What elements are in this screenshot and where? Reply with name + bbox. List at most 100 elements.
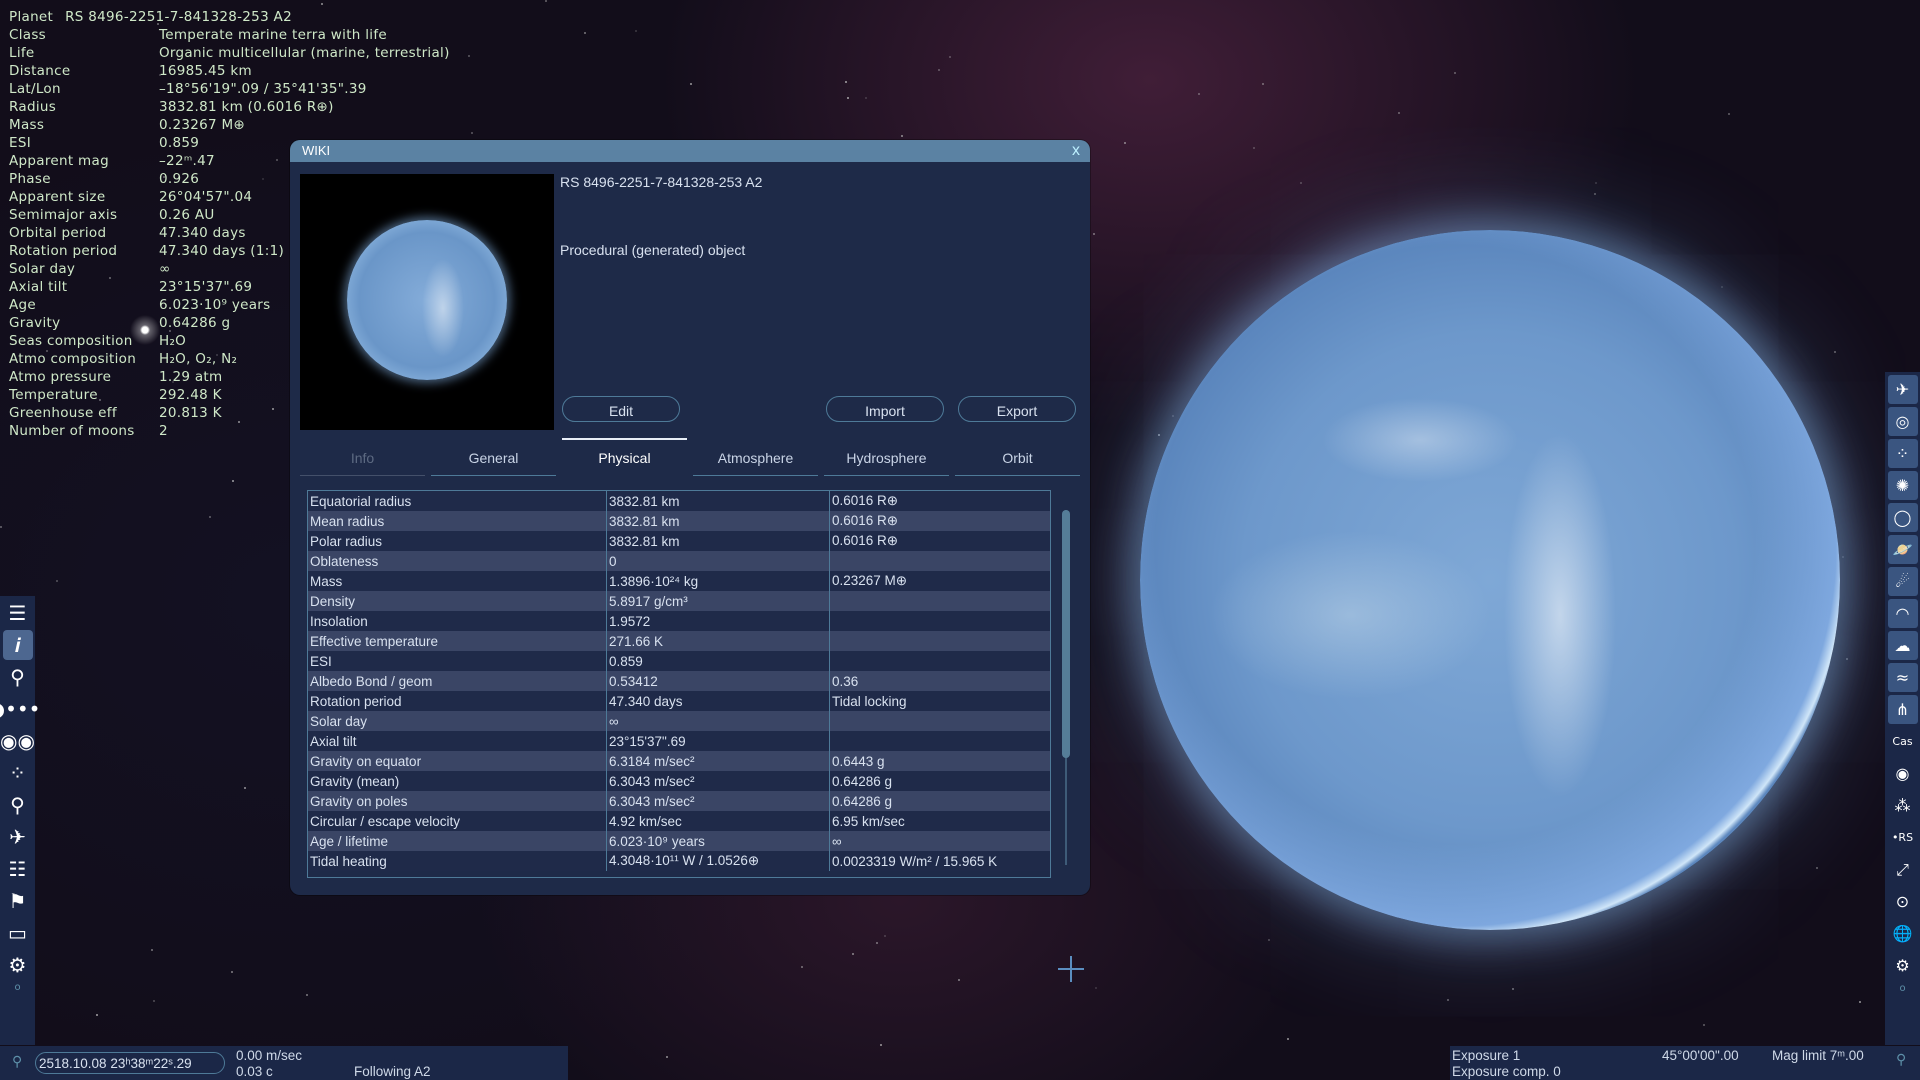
- property-value: 6.3043 m/sec²: [606, 771, 830, 791]
- edit-button[interactable]: Edit: [562, 396, 680, 422]
- hud-value: Organic multicellular (marine, terrestri…: [159, 45, 450, 61]
- fullscreen-icon[interactable]: ⤢: [1888, 855, 1918, 884]
- stars-filter-icon[interactable]: ⁘: [1887, 439, 1918, 468]
- star-dot: [690, 83, 693, 86]
- solar-system-icon[interactable]: ◗•••: [0, 694, 40, 724]
- planet-view[interactable]: [1140, 230, 1840, 930]
- hud-title-value: RS 8496-2251-7-841328-253 A2: [65, 9, 292, 25]
- close-icon[interactable]: x: [1072, 140, 1080, 162]
- hud-value: 47.340 days (1:1): [159, 243, 285, 259]
- galaxies-filter-icon[interactable]: ◎: [1887, 407, 1918, 436]
- star-dot: [876, 942, 879, 945]
- hud-label: Lat/Lon: [9, 81, 61, 97]
- star-dot: [1511, 987, 1514, 990]
- property-value-alt: [830, 651, 1051, 671]
- hud-label: Gravity: [9, 315, 61, 331]
- property-value-alt: [830, 611, 1051, 631]
- planetarium-icon[interactable]: ⚲: [3, 662, 33, 692]
- hud-label: Life: [9, 45, 35, 61]
- property-name: Axial tilt: [308, 731, 607, 751]
- hud-value: 292.48 K: [159, 387, 222, 403]
- tab-physical[interactable]: Physical: [562, 438, 687, 476]
- pin-icon[interactable]: ⚲: [1896, 1051, 1906, 1068]
- star-dot: [1123, 142, 1126, 145]
- grid-icon[interactable]: 🌐: [1888, 919, 1918, 948]
- star-dot: [864, 97, 867, 100]
- property-value-alt: 6.95 km/sec: [832, 813, 905, 829]
- water-filter-icon[interactable]: ≈: [1887, 663, 1918, 692]
- import-button[interactable]: Import: [826, 396, 944, 422]
- star-dot: [1594, 182, 1597, 185]
- velocity-c-readout: 0.03 c: [236, 1064, 273, 1079]
- star-dot: [948, 56, 951, 59]
- flag-icon[interactable]: ⚑: [3, 886, 33, 916]
- hud-value: 23°15'37".69: [159, 279, 253, 295]
- hud-value: 3832.81 km (0.6016 R⊕): [159, 99, 334, 115]
- clouds-filter-icon[interactable]: ☁: [1887, 631, 1918, 660]
- star-dot: [1859, 1001, 1862, 1003]
- export-button[interactable]: Export: [958, 396, 1076, 422]
- bottom-status-left: ⚲ 2518.10.08 23ʰ38ᵐ22ˢ.29 0.00 m/sec 0.0…: [0, 1046, 568, 1080]
- hud-label: Semimajor axis: [9, 207, 118, 223]
- property-name: Oblateness: [308, 551, 607, 571]
- table-row: Density 5.8917 g/cm³: [308, 591, 1050, 611]
- star-dot: [209, 516, 212, 519]
- info-icon[interactable]: 𝒊: [2, 630, 33, 660]
- star-dot: [1397, 111, 1400, 114]
- target-icon[interactable]: ⊙: [1888, 887, 1918, 916]
- constellations-icon[interactable]: Cas: [1888, 727, 1918, 756]
- left-toolbar: ☰𝒊⚲◗•••◉◉⁘⚲✈☷⚑▭⚙o: [0, 596, 40, 1045]
- spaceship-icon[interactable]: ✈: [3, 822, 33, 852]
- star-dot: [957, 978, 960, 981]
- star-dot: [1720, 285, 1723, 288]
- wiki-title-bar[interactable]: WIKI x: [290, 140, 1090, 162]
- hud-value: 1.29 atm: [159, 369, 223, 385]
- aurora-filter-icon[interactable]: ⋔: [1887, 695, 1918, 724]
- search-icon[interactable]: ⚲: [3, 790, 33, 820]
- exposure-readout: Exposure 1: [1452, 1048, 1521, 1063]
- monitor-icon[interactable]: ▭: [3, 918, 33, 948]
- hud-label: Class: [9, 27, 47, 43]
- property-value-alt: 0.6016 R⊕: [832, 533, 899, 548]
- star-dot: [800, 965, 803, 968]
- hud-value: 20.813 K: [159, 405, 222, 421]
- tab-atmosphere[interactable]: Atmosphere: [693, 442, 818, 476]
- notepad-icon[interactable]: ☷: [3, 854, 33, 884]
- star-markers-icon[interactable]: ⁂: [1888, 791, 1918, 820]
- table-scrollbar[interactable]: [1062, 510, 1070, 865]
- star-field-icon[interactable]: ⁘: [3, 758, 33, 788]
- property-value-alt: [830, 631, 1051, 651]
- settings-icon[interactable]: ⚙: [3, 950, 33, 980]
- pin-icon[interactable]: ⚲: [12, 1053, 22, 1070]
- observatory-icon[interactable]: ◉◉: [0, 726, 35, 756]
- tab-general[interactable]: General: [431, 442, 556, 476]
- planets-filter-icon[interactable]: 🪐: [1887, 535, 1918, 564]
- star-dot: [152, 1000, 155, 1003]
- tab-info: Info: [300, 442, 425, 476]
- spaceships-filter-icon[interactable]: ✈: [1887, 375, 1918, 404]
- settings-icon[interactable]: ⚙: [1888, 951, 1918, 980]
- star-dot: [1846, 657, 1849, 660]
- tab-orbit[interactable]: Orbit: [955, 442, 1080, 476]
- atmosphere-filter-icon[interactable]: ◠: [1887, 599, 1918, 628]
- hud-label: Rotation period: [9, 243, 118, 259]
- property-value: ∞: [606, 711, 830, 731]
- property-value: 5.8917 g/cm³: [606, 591, 830, 611]
- property-value-alt: [830, 551, 1051, 571]
- hud-value: H₂O: [159, 333, 187, 349]
- star-dot: [1198, 93, 1201, 96]
- star-clusters-filter-icon[interactable]: ✺: [1887, 471, 1918, 500]
- tab-hydrosphere[interactable]: Hydrosphere: [824, 442, 949, 476]
- orbits-icon[interactable]: ◉: [1888, 759, 1918, 788]
- star-dot: [1702, 1023, 1705, 1026]
- nebulae-filter-icon[interactable]: ◯: [1887, 503, 1918, 532]
- datetime-field[interactable]: 2518.10.08 23ʰ38ᵐ22ˢ.29: [35, 1052, 225, 1074]
- comets-filter-icon[interactable]: ☄: [1887, 567, 1918, 596]
- following-status: Following A2: [354, 1064, 431, 1079]
- labels-icon[interactable]: •RS: [1888, 823, 1918, 852]
- menu-icon[interactable]: ☰: [3, 598, 33, 628]
- star-dot: [1253, 146, 1256, 149]
- property-value: 6.3043 m/sec²: [606, 791, 830, 811]
- toolbar-indicator-icon: o: [1899, 983, 1906, 994]
- scrollbar-thumb[interactable]: [1062, 510, 1070, 758]
